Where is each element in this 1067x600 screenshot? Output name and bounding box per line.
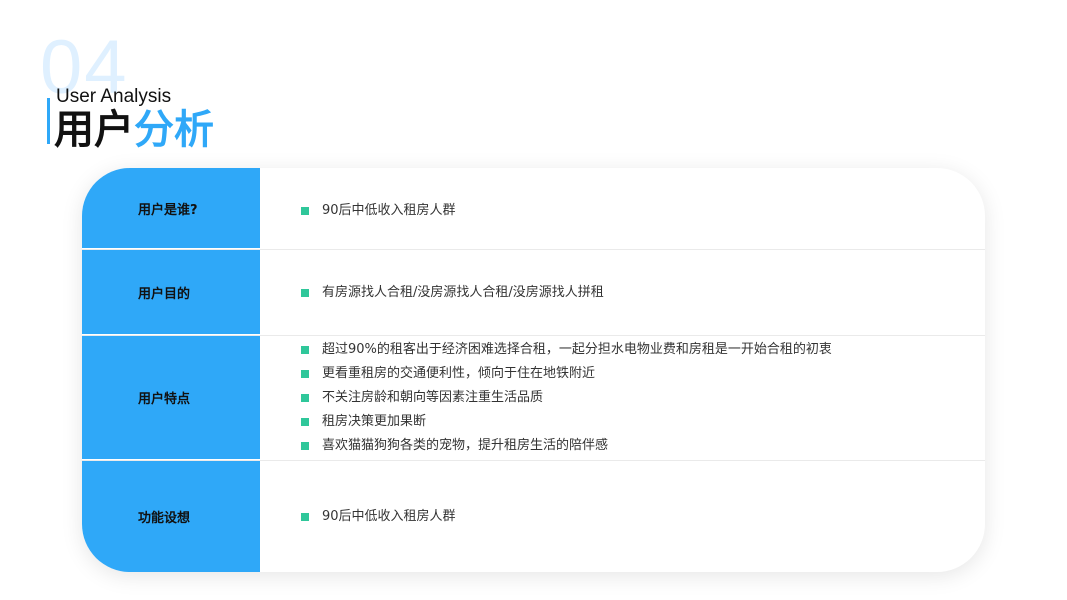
row-label: 用户是谁? [82,168,260,249]
page-title: 用户分析 [54,108,214,152]
list-item: 更看重租房的交通便利性，倾向于住在地铁附近 [301,362,985,386]
list-item-text: 租房决策更加果断 [322,414,427,429]
list-item: 90后中低收入租房人群 [301,199,985,223]
bullet-square-icon [301,394,309,402]
row-label: 功能设想 [82,461,260,572]
table-row-who: 用户是谁? 90后中低收入租房人群 [82,168,985,250]
list-item-text: 更看重租房的交通便利性，倾向于住在地铁附近 [322,366,596,381]
table-row-traits: 用户特点 超过90%的租客出于经济困难选择合租，一起分担水电物业费和房租是一开始… [82,336,985,461]
bullet-square-icon [301,288,309,297]
list-item-text: 90后中低收入租房人群 [322,202,456,218]
list-item-text: 90后中低收入租房人群 [322,508,456,524]
title-accent-bar [47,98,50,144]
list-item: 租房决策更加果断 [301,410,985,434]
bullet-square-icon [301,206,309,215]
table-row-purpose: 用户目的 有房源找人合租/没房源找人合租/没房源找人拼租 [82,250,985,336]
list-item: 有房源找人合租/没房源找人合租/没房源找人拼租 [301,281,985,305]
bullet-square-icon [301,346,309,354]
list-item: 不关注房龄和朝向等因素注重生活品质 [301,386,985,410]
row-label: 用户目的 [82,250,260,335]
bullet-square-icon [301,512,309,521]
list-item-text: 不关注房龄和朝向等因素注重生活品质 [322,390,544,405]
analysis-card: 用户是谁? 90后中低收入租房人群 用户目的 有房源找人合租/没房源找人合租/没… [82,168,985,572]
row-content: 90后中低收入租房人群 [260,461,985,572]
row-label: 用户特点 [82,336,260,460]
bullet-square-icon [301,418,309,426]
table-row-features: 功能设想 90后中低收入租房人群 [82,461,985,572]
row-content: 超过90%的租客出于经济困难选择合租，一起分担水电物业费和房租是一开始合租的初衷… [260,336,985,460]
section-subtitle: User Analysis [56,86,172,107]
row-content: 90后中低收入租房人群 [260,168,985,249]
title-part-1: 用户 [54,107,134,153]
title-part-2: 分析 [134,107,214,153]
list-item-text: 喜欢猫猫狗狗各类的宠物，提升租房生活的陪伴感 [322,438,609,453]
list-item: 90后中低收入租房人群 [301,505,985,529]
bullet-square-icon [301,370,309,378]
list-item-text: 有房源找人合租/没房源找人合租/没房源找人拼租 [322,284,604,300]
list-item: 超过90%的租客出于经济困难选择合租，一起分担水电物业费和房租是一开始合租的初衷 [301,338,985,362]
list-item: 喜欢猫猫狗狗各类的宠物，提升租房生活的陪伴感 [301,434,985,458]
bullet-square-icon [301,442,309,450]
row-content: 有房源找人合租/没房源找人合租/没房源找人拼租 [260,250,985,335]
list-item-text: 超过90%的租客出于经济困难选择合租，一起分担水电物业费和房租是一开始合租的初衷 [322,342,832,357]
